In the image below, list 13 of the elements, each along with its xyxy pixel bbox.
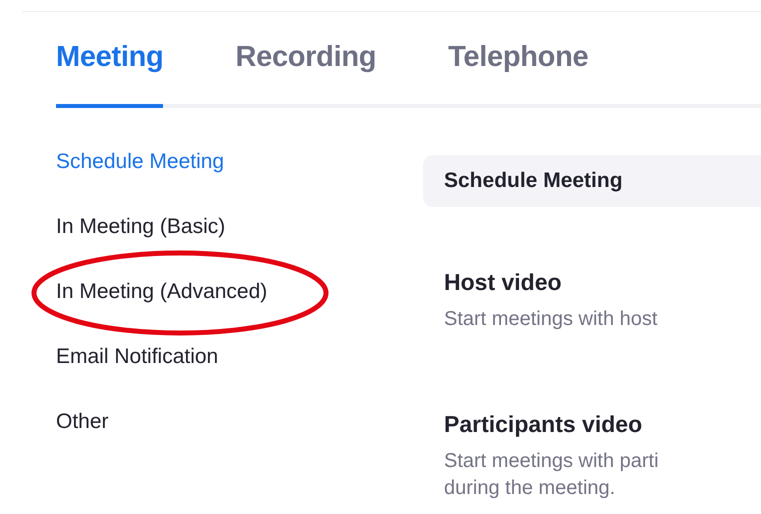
sidebar-item[interactable]: In Meeting (Basic): [56, 213, 226, 241]
tab[interactable]: Meeting: [56, 41, 164, 108]
sidebar-item[interactable]: Other: [56, 408, 109, 436]
setting-description: Start meetings with parti: [444, 449, 660, 474]
sidebar-item[interactable]: Email Notification: [56, 343, 218, 371]
sidebar-item[interactable]: Schedule Meeting: [56, 148, 224, 176]
section-title: Schedule Meeting: [444, 169, 623, 193]
setting-description: Start meetings with host: [444, 307, 658, 332]
setting-title: Host video: [444, 269, 563, 296]
tab[interactable]: Recording: [235, 41, 376, 108]
setting-description: during the meeting.: [444, 476, 616, 501]
setting-title: Participants video: [444, 411, 644, 438]
tab[interactable]: Telephone: [448, 41, 588, 108]
